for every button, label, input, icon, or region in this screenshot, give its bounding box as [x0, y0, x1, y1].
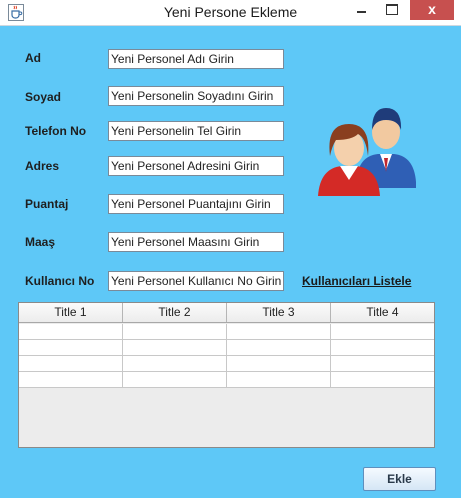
table-body — [19, 324, 434, 388]
table-cell[interactable] — [123, 324, 227, 339]
minimize-button[interactable] — [348, 0, 375, 20]
table-cell[interactable] — [19, 324, 123, 339]
table-cell[interactable] — [227, 324, 331, 339]
close-button[interactable]: x — [410, 0, 454, 20]
table-cell[interactable] — [227, 340, 331, 355]
ad-field[interactable]: Yeni Personel Adı Girin — [108, 49, 284, 69]
telefon-label: Telefon No — [25, 124, 87, 138]
table-cell[interactable] — [19, 340, 123, 355]
users-table[interactable]: Title 1 Title 2 Title 3 Title 4 — [18, 302, 435, 448]
table-row[interactable] — [19, 340, 434, 356]
adres-label: Adres — [25, 159, 60, 173]
table-row[interactable] — [19, 356, 434, 372]
table-row[interactable] — [19, 324, 434, 340]
title-bar: Yeni Persone Ekleme x — [0, 0, 461, 26]
kullanici-no-label: Kullanıcı No — [25, 274, 95, 288]
close-icon: x — [428, 1, 436, 17]
table-cell[interactable] — [123, 340, 227, 355]
soyad-field[interactable]: Yeni Personelin Soyadını Girin — [108, 86, 284, 106]
ad-label: Ad — [25, 51, 41, 65]
maas-field[interactable]: Yeni Personel Maasını Girin — [108, 232, 284, 252]
table-cell[interactable] — [331, 324, 434, 339]
table-row[interactable] — [19, 372, 434, 388]
table-cell[interactable] — [19, 372, 123, 387]
table-cell[interactable] — [331, 372, 434, 387]
puantaj-label: Puantaj — [25, 197, 69, 211]
adres-field[interactable]: Yeni Personel Adresini Girin — [108, 156, 284, 176]
kullanici-no-field[interactable]: Yeni Personel Kullanıcı No Girin — [108, 271, 284, 291]
table-cell[interactable] — [227, 356, 331, 371]
table-cell[interactable] — [331, 340, 434, 355]
add-button[interactable]: Ekle — [363, 467, 436, 491]
list-users-link[interactable]: Kullanıcıları Listele — [302, 274, 411, 288]
table-cell[interactable] — [19, 356, 123, 371]
maas-label: Maaş — [25, 235, 56, 249]
column-header[interactable]: Title 4 — [331, 303, 434, 322]
table-header: Title 1 Title 2 Title 3 Title 4 — [19, 303, 434, 323]
puantaj-field[interactable]: Yeni Personel Puantajını Girin — [108, 194, 284, 214]
column-header[interactable]: Title 2 — [123, 303, 227, 322]
maximize-button[interactable] — [378, 0, 405, 20]
column-header[interactable]: Title 3 — [227, 303, 331, 322]
telefon-field[interactable]: Yeni Personelin Tel Girin — [108, 121, 284, 141]
column-header[interactable]: Title 1 — [19, 303, 123, 322]
app-window: Yeni Persone Ekleme x Ad Yeni Personel A… — [0, 0, 461, 498]
soyad-label: Soyad — [25, 90, 62, 104]
table-cell[interactable] — [123, 372, 227, 387]
users-icon — [318, 108, 416, 196]
table-cell[interactable] — [123, 356, 227, 371]
table-cell[interactable] — [227, 372, 331, 387]
table-cell[interactable] — [331, 356, 434, 371]
